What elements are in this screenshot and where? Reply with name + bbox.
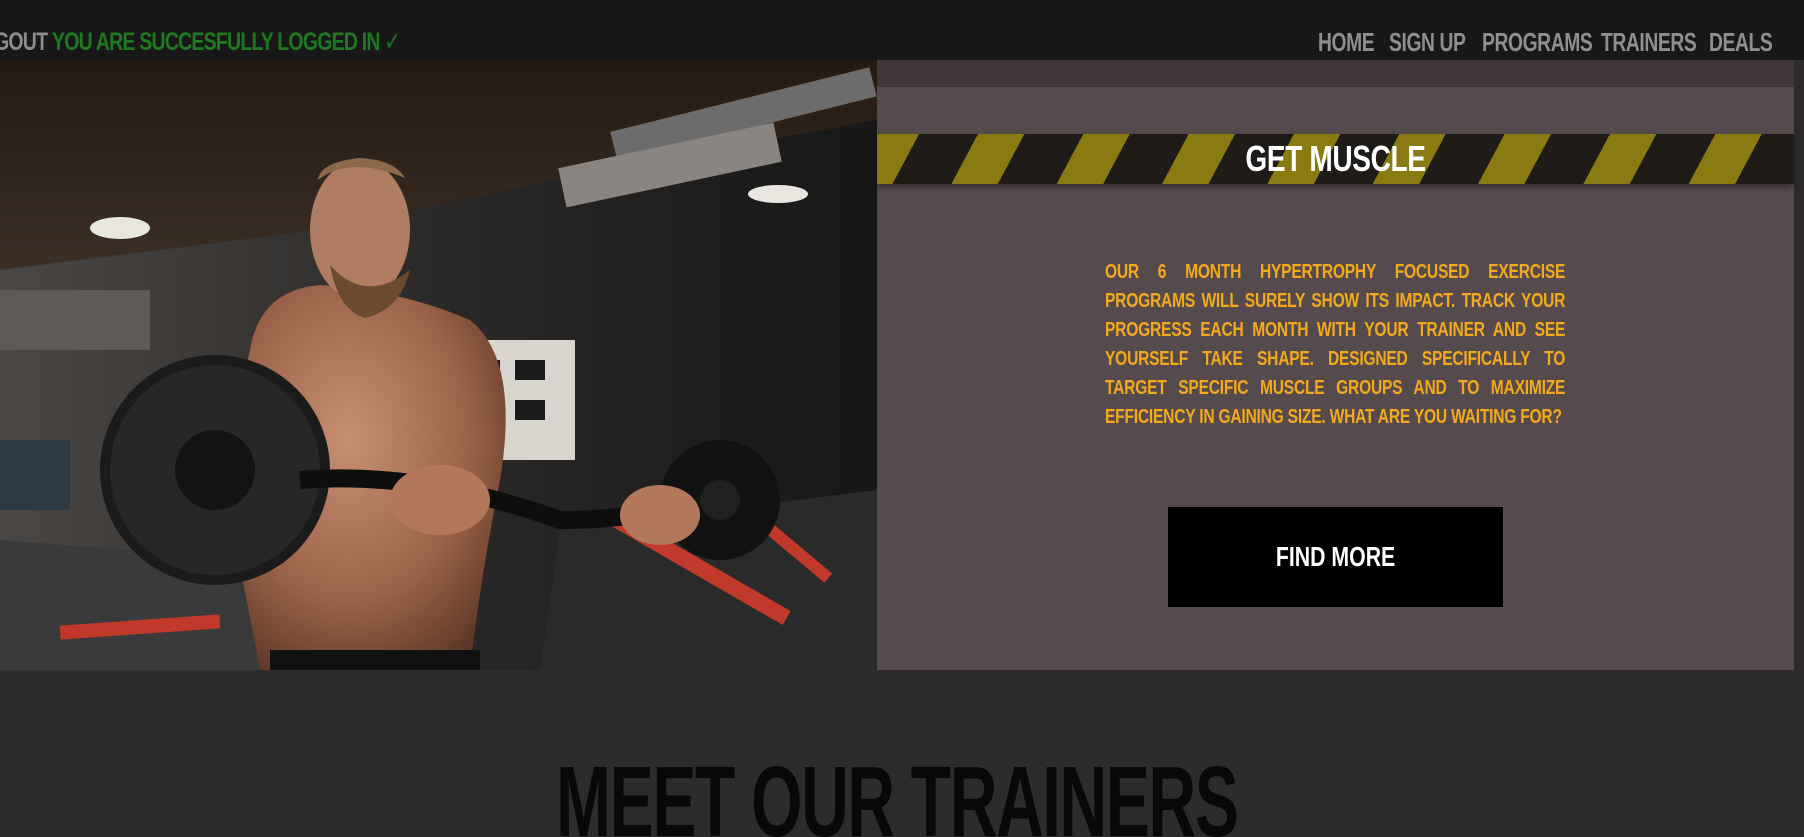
- top-navigation-bar: GOUT YOU ARE SUCCESFULLY LOGGED IN ✓ HOM…: [0, 0, 1804, 60]
- nav-item-sign-up[interactable]: SIGN UP: [1389, 22, 1466, 62]
- gym-photo-illustration: [0, 60, 877, 670]
- login-status-message: YOU ARE SUCCESFULLY LOGGED IN ✓: [52, 28, 401, 56]
- main-nav: HOME SIGN UP PROGRAMS TRAINERS DEALS: [1318, 22, 1798, 62]
- program-description: OUR 6 MONTH HYPERTROPHY FOCUSED EXERCISE…: [1105, 261, 1566, 428]
- find-more-button[interactable]: FIND MORE: [1168, 507, 1503, 607]
- section-heading-trainers: MEET OUR TRAINERS: [556, 746, 1239, 837]
- nav-item-home[interactable]: HOME: [1318, 22, 1375, 62]
- nav-item-deals[interactable]: DEALS: [1709, 22, 1773, 62]
- program-panel: GET MUSCLE OUR 6 MONTH HYPERTROPHY FOCUS…: [877, 60, 1794, 670]
- program-title: GET MUSCLE: [1245, 138, 1426, 179]
- nav-item-trainers[interactable]: TRAINERS: [1601, 22, 1697, 62]
- caution-stripe-banner: GET MUSCLE: [877, 134, 1794, 184]
- page: GOUT YOU ARE SUCCESFULLY LOGGED IN ✓ HOM…: [0, 0, 1804, 837]
- panel-top-band: [877, 60, 1794, 87]
- hero-image: [0, 60, 877, 670]
- logout-link[interactable]: GOUT: [0, 22, 48, 62]
- nav-item-programs[interactable]: PROGRAMS: [1482, 22, 1593, 62]
